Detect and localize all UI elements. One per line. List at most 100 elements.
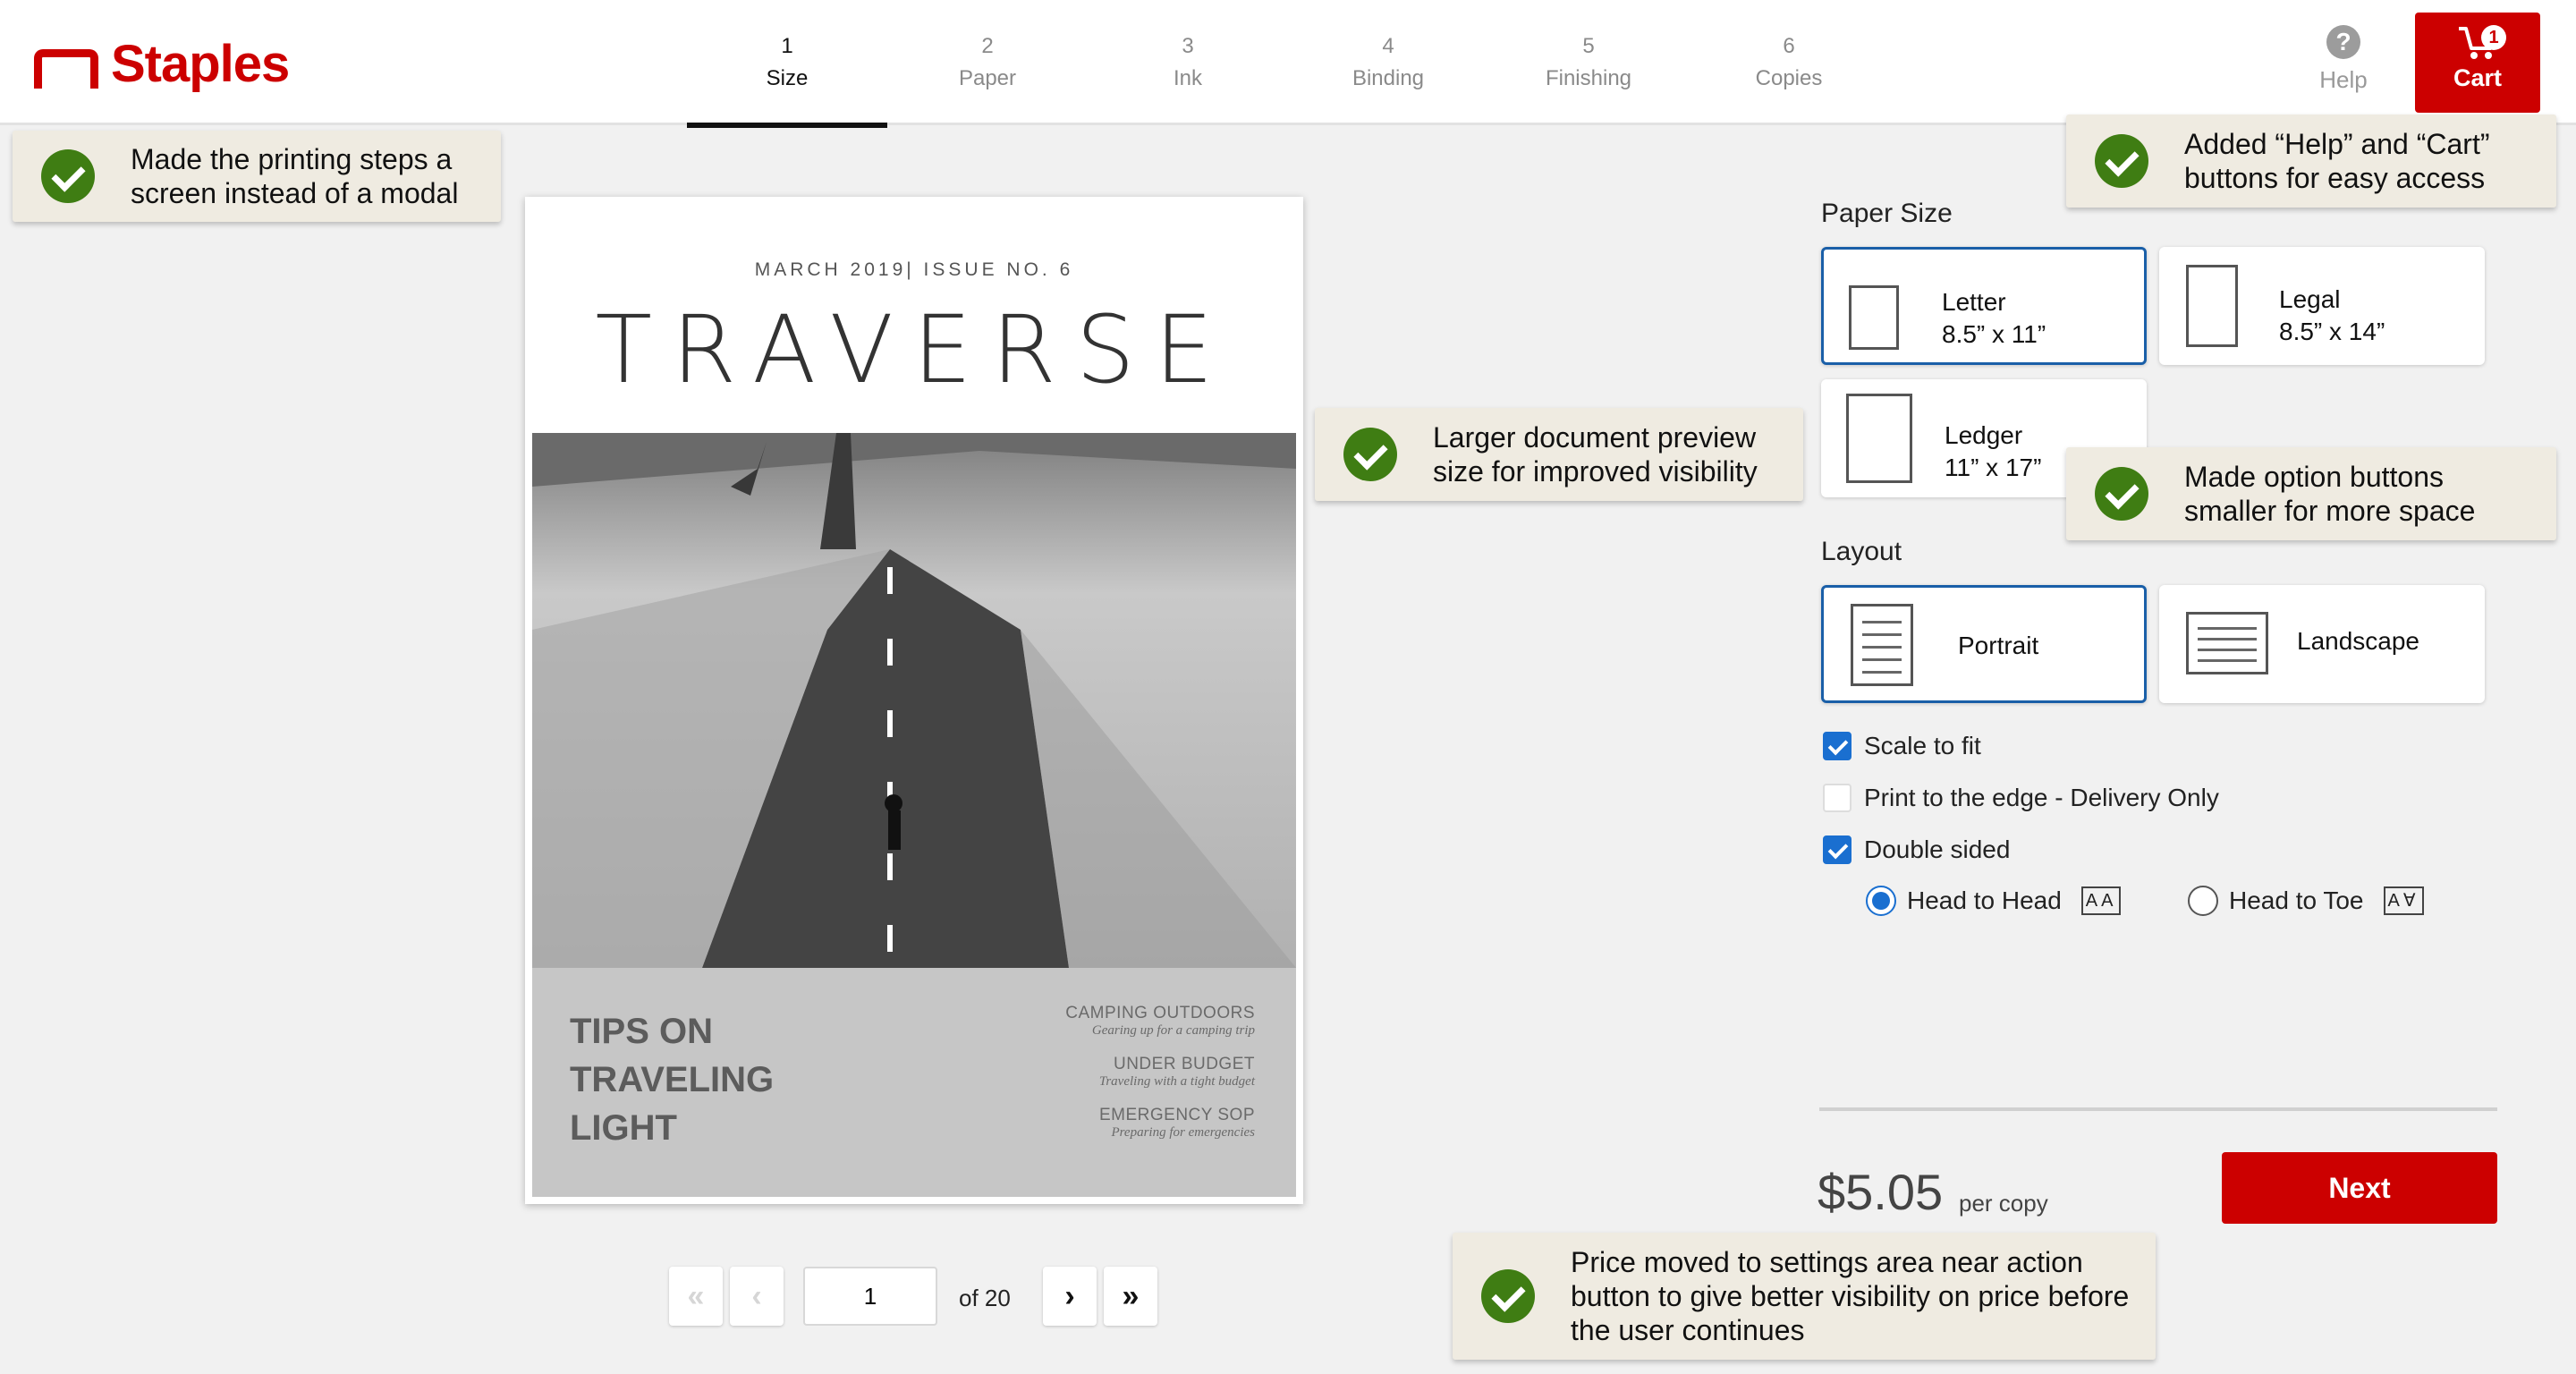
- cover-footer: TIPS ON TRAVELING LIGHT CAMPING OUTDOORS…: [532, 968, 1296, 1197]
- checkmark-icon: [1481, 1269, 1535, 1323]
- toc-heading: UNDER BUDGET: [1113, 1055, 1255, 1073]
- checkmark-icon: [1343, 428, 1397, 481]
- step-tab-ink[interactable]: 3 Ink: [1088, 30, 1288, 125]
- double-chevron-right-icon: »: [1122, 1279, 1140, 1313]
- annotation-text: Made the printing steps a screen instead…: [131, 143, 459, 209]
- headline-line: LIGHT: [570, 1108, 677, 1148]
- annotation-text: Made option buttons smaller for more spa…: [2184, 461, 2476, 527]
- cart-label: Cart: [2453, 64, 2502, 91]
- checkbox-label: Scale to fit: [1864, 732, 1981, 759]
- annotation-preview: Larger document preview size for improve…: [1315, 408, 1803, 501]
- price-unit: per copy: [1959, 1190, 2048, 1217]
- next-page-button[interactable]: ›: [1043, 1267, 1097, 1326]
- headline-line: TIPS ON: [570, 1012, 714, 1051]
- checkbox-checked: [1823, 835, 1852, 864]
- ledger-paper-icon: [1846, 394, 1912, 483]
- checkbox-label: Print to the edge - Delivery Only: [1864, 784, 2219, 811]
- double-chevron-left-icon: «: [687, 1279, 705, 1313]
- option-dimensions: 11” x 17”: [1945, 454, 2042, 481]
- checkbox-unchecked: [1823, 784, 1852, 812]
- option-name: Legal: [2279, 285, 2341, 313]
- step-number: 4: [1382, 34, 1394, 58]
- step-number: 2: [981, 34, 994, 58]
- magazine-masthead: TRAVERSE: [595, 295, 1233, 404]
- cart-count-badge: 1: [2481, 25, 2506, 50]
- legal-paper-icon: [2186, 265, 2238, 347]
- layout-portrait-option[interactable]: Portrait: [1821, 585, 2147, 703]
- step-label: Binding: [1352, 66, 1425, 90]
- page-number-input[interactable]: [803, 1267, 937, 1326]
- portrait-icon: [1851, 604, 1913, 686]
- checkbox-checked: [1823, 732, 1852, 760]
- annotation-text: Larger document preview size for improve…: [1433, 421, 1758, 488]
- step-label: Paper: [958, 66, 1017, 90]
- top-header: Staples 1 Size 2 Paper 3 Ink 4 Binding 5…: [0, 0, 2576, 128]
- annotation-steps: Made the printing steps a screen instead…: [13, 131, 501, 222]
- checkmark-icon: [41, 149, 95, 203]
- next-button[interactable]: Next: [2222, 1152, 2497, 1224]
- paper-size-legal-option[interactable]: Legal 8.5” x 14”: [2159, 247, 2485, 365]
- step-number: 5: [1582, 34, 1595, 58]
- step-tab-paper[interactable]: 2 Paper: [887, 30, 1088, 125]
- landscape-icon: [2186, 612, 2268, 674]
- option-name: Portrait: [1958, 632, 2039, 659]
- layout-title: Layout: [1821, 537, 1902, 566]
- staples-logo-icon: [34, 48, 98, 89]
- toc-heading: EMERGENCY SOP: [1098, 1106, 1255, 1124]
- radio-label: Head to Toe: [2229, 886, 2364, 914]
- step-tab-finishing[interactable]: 5 Finishing: [1488, 30, 1689, 125]
- previous-page-button[interactable]: ‹: [730, 1267, 784, 1326]
- layout-landscape-option[interactable]: Landscape: [2159, 585, 2485, 703]
- double-sided-checkbox[interactable]: Double sided: [1823, 835, 2010, 864]
- print-to-edge-checkbox[interactable]: Print to the edge - Delivery Only: [1823, 784, 2219, 812]
- price-amount: $5.05: [1818, 1164, 1944, 1220]
- cover-contents: CAMPING OUTDOORS Gearing up for a campin…: [1065, 1004, 1255, 1157]
- radio-unselected: [2188, 886, 2218, 916]
- step-label: Finishing: [1545, 66, 1632, 90]
- toc-heading: CAMPING OUTDOORS: [1065, 1004, 1255, 1022]
- option-name: Letter: [1942, 288, 2006, 316]
- annotation-options: Made option buttons smaller for more spa…: [2066, 447, 2556, 540]
- first-page-button[interactable]: «: [669, 1267, 723, 1326]
- checkmark-icon: [2095, 467, 2148, 521]
- paper-size-title: Paper Size: [1821, 199, 1953, 228]
- cart-icon: 1: [2415, 13, 2540, 64]
- scale-to-fit-checkbox[interactable]: Scale to fit: [1823, 732, 1981, 760]
- help-label: Help: [2319, 66, 2368, 93]
- step-tab-size[interactable]: 1 Size: [687, 30, 887, 128]
- step-label: Size: [766, 66, 809, 90]
- paper-size-letter-option[interactable]: Letter 8.5” x 11”: [1821, 247, 2147, 365]
- toc-subtitle: Preparing for emergencies: [1111, 1125, 1255, 1140]
- document-preview: MARCH 2019| ISSUE NO. 6 TRAVERSE TIPS ON…: [525, 197, 1303, 1204]
- cart-button[interactable]: 1 Cart: [2415, 13, 2540, 113]
- checkmark-icon: [2095, 134, 2148, 188]
- step-number: 1: [781, 34, 793, 58]
- help-button[interactable]: ? Help: [2299, 25, 2388, 106]
- radio-label: Head to Head: [1907, 886, 2062, 914]
- radio-selected: [1866, 886, 1896, 916]
- step-label: Ink: [1173, 66, 1202, 90]
- step-label: Copies: [1755, 66, 1823, 90]
- head-to-toe-icon: A∀: [2383, 886, 2424, 915]
- head-to-head-radio[interactable]: Head to Head AA: [1866, 886, 2122, 916]
- annotation-price: Price moved to settings area near action…: [1453, 1233, 2156, 1360]
- chevron-right-icon: ›: [1064, 1279, 1075, 1313]
- last-page-button[interactable]: »: [1104, 1267, 1157, 1326]
- issue-line: MARCH 2019| ISSUE NO. 6: [754, 259, 1074, 280]
- staples-logo[interactable]: Staples: [34, 34, 290, 94]
- letter-paper-icon: [1849, 285, 1899, 350]
- annotation-text: Price moved to settings area near action…: [1571, 1246, 2130, 1346]
- option-dimensions: 8.5” x 14”: [2279, 318, 2385, 345]
- head-to-toe-radio[interactable]: Head to Toe A∀: [2188, 886, 2424, 916]
- step-tab-binding[interactable]: 4 Binding: [1288, 30, 1488, 125]
- cover-headline: TIPS ON TRAVELING LIGHT: [570, 1007, 774, 1152]
- step-tab-copies[interactable]: 6 Copies: [1689, 30, 1889, 125]
- checkbox-label: Double sided: [1864, 835, 2011, 863]
- option-name: Ledger: [1945, 421, 2023, 449]
- step-number: 3: [1182, 34, 1194, 58]
- option-name: Landscape: [2297, 627, 2420, 655]
- active-step-indicator: [687, 123, 887, 128]
- option-dimensions: 8.5” x 11”: [1942, 320, 2046, 348]
- annotation-text: Added “Help” and “Cart” buttons for easy…: [2184, 128, 2490, 194]
- help-icon: ?: [2326, 25, 2360, 59]
